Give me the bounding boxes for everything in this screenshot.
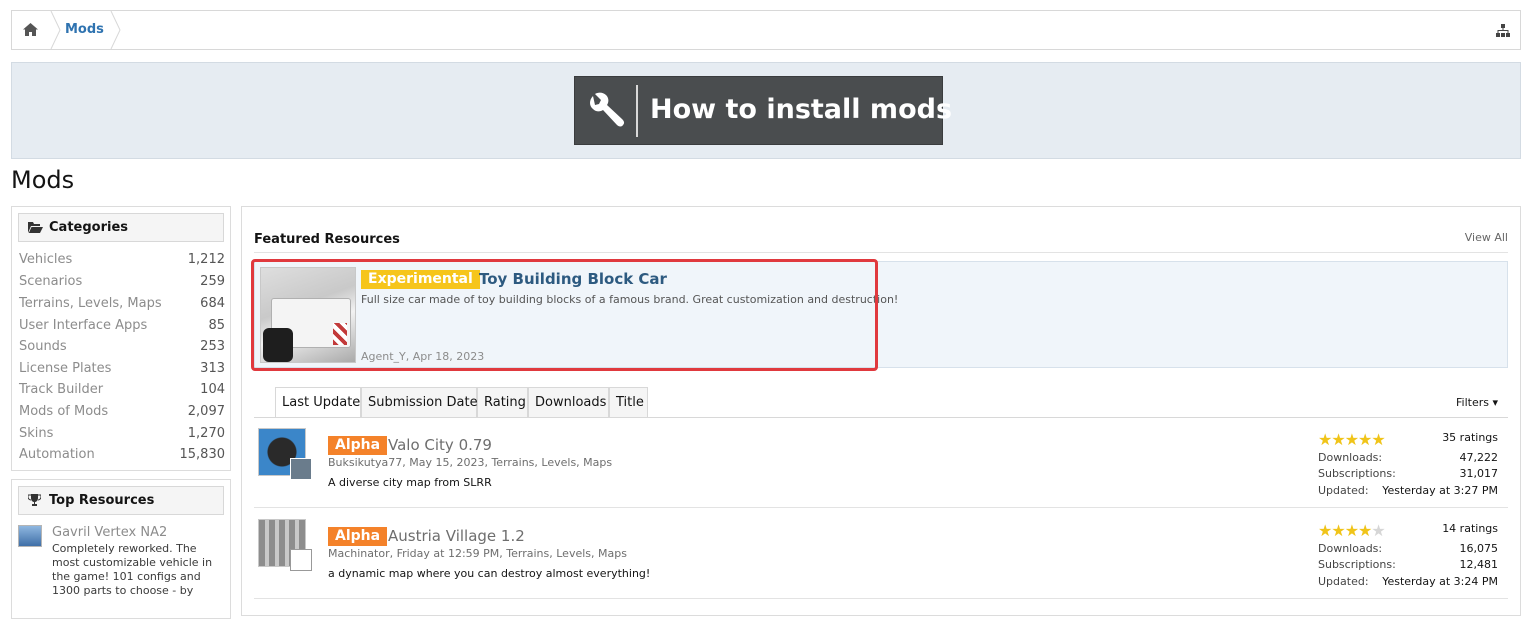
category-name[interactable]: Terrains, Levels, Maps — [19, 296, 162, 311]
category-count: 85 — [208, 318, 225, 333]
how-to-install-label: How to install mods — [650, 94, 953, 125]
tab-submission-date[interactable]: Submission Date — [361, 387, 478, 417]
breadcrumb-separator — [110, 11, 121, 49]
category-item[interactable]: Sounds 253 — [19, 339, 225, 360]
resource-row: Alpha Valo City 0.79 Buksikutya77, May 1… — [254, 418, 1508, 508]
top-resources-title: Top Resources — [49, 493, 155, 508]
category-name[interactable]: Sounds — [19, 339, 67, 354]
downloads-label: Downloads: — [1318, 451, 1383, 464]
category-name[interactable]: Scenarios — [19, 274, 82, 289]
tab-title[interactable]: Title — [609, 387, 648, 417]
category-item[interactable]: Skins 1,270 — [19, 426, 225, 447]
filters-dropdown[interactable]: Filters ▾ — [1456, 396, 1498, 409]
category-count: 104 — [200, 382, 225, 397]
how-to-install-button[interactable]: How to install mods — [574, 76, 952, 145]
sitemap-icon[interactable] — [1496, 24, 1510, 37]
alpha-badge: Alpha — [328, 527, 388, 546]
category-item[interactable]: License Plates 313 — [19, 361, 225, 382]
trophy-icon — [28, 494, 41, 506]
category-name[interactable]: License Plates — [19, 361, 111, 376]
category-item[interactable]: Mods of Mods 2,097 — [19, 404, 225, 425]
resource-row: Alpha Austria Village 1.2 Machinator, Fr… — [254, 509, 1508, 599]
ratings-count: 35 ratings — [1442, 431, 1498, 444]
tab-last-update[interactable]: Last Update — [275, 387, 361, 417]
home-link[interactable] — [12, 11, 50, 49]
category-count: 313 — [200, 361, 225, 376]
top-resources-block: Top Resources Gavril Vertex NA2 Complete… — [11, 479, 231, 619]
categories-block: Categories Vehicles 1,212 Scenarios 259 Te… — [11, 206, 231, 471]
tab-downloads[interactable]: Downloads — [528, 387, 609, 417]
subscriptions-label: Subscriptions: — [1318, 467, 1396, 480]
resource-author-avatar[interactable] — [290, 458, 312, 480]
stars-filled: ★★★★ — [1318, 521, 1372, 540]
subscriptions-label: Subscriptions: — [1318, 558, 1396, 571]
category-name[interactable]: User Interface Apps — [19, 318, 147, 333]
wrench-icon — [590, 92, 625, 127]
resource-title[interactable]: Austria Village 1.2 — [388, 527, 525, 545]
resource-author-avatar[interactable] — [290, 549, 312, 571]
category-name[interactable]: Mods of Mods — [19, 404, 108, 419]
subscriptions-value: 31,017 — [1459, 467, 1499, 480]
category-count: 15,830 — [179, 447, 226, 462]
featured-highlight-box — [251, 259, 878, 371]
top-resource-thumbnail[interactable] — [18, 525, 42, 547]
category-item[interactable]: Terrains, Levels, Maps 684 — [19, 296, 225, 317]
breadcrumb-mods-link[interactable]: Mods — [65, 22, 104, 37]
category-name[interactable]: Track Builder — [19, 382, 103, 397]
home-icon — [23, 23, 38, 36]
category-count: 2,097 — [187, 404, 225, 419]
folder-open-icon — [28, 222, 43, 233]
updated-value: Yesterday at 3:27 PM — [1382, 484, 1498, 497]
category-count: 253 — [200, 339, 225, 354]
category-item[interactable]: Track Builder 104 — [19, 382, 225, 403]
category-count: 259 — [200, 274, 225, 289]
downloads-label: Downloads: — [1318, 542, 1383, 555]
category-item[interactable]: Automation 15,830 — [19, 447, 225, 468]
subscriptions-value: 12,481 — [1459, 558, 1499, 571]
category-item[interactable]: Scenarios 259 — [19, 274, 225, 295]
downloads-value: 16,075 — [1459, 542, 1499, 555]
resource-meta[interactable]: Machinator, Friday at 12:59 PM, Terrains… — [328, 547, 627, 560]
category-item[interactable]: User Interface Apps 85 — [19, 318, 225, 339]
divider — [254, 252, 1508, 253]
top-resources-header: Top Resources — [18, 486, 224, 515]
page-title: Mods — [11, 166, 75, 194]
top-resource-title[interactable]: Gavril Vertex NA2 — [52, 525, 167, 540]
top-resource-description: Completely reworked. The most customizab… — [52, 542, 213, 597]
install-banner: How to install mods — [11, 62, 1521, 159]
main-content: Featured Resources View All Experimental… — [241, 206, 1521, 616]
downloads-value: 47,222 — [1459, 451, 1499, 464]
featured-resources-title: Featured Resources — [254, 232, 400, 247]
resource-description: a dynamic map where you can destroy almo… — [328, 567, 651, 580]
categories-header: Categories — [18, 213, 224, 242]
rating-stars: ★★★★★ — [1318, 430, 1386, 449]
category-count: 1,270 — [187, 426, 225, 441]
category-name[interactable]: Skins — [19, 426, 53, 441]
rating-stars: ★★★★★ — [1318, 521, 1386, 540]
view-all-link[interactable]: View All — [1465, 231, 1508, 244]
resource-meta[interactable]: Buksikutya77, May 15, 2023, Terrains, Le… — [328, 456, 612, 469]
alpha-badge: Alpha — [328, 436, 388, 455]
ratings-count: 14 ratings — [1442, 522, 1498, 535]
updated-label: Updated: — [1318, 484, 1369, 497]
category-name[interactable]: Automation — [19, 447, 95, 462]
category-item[interactable]: Vehicles 1,212 — [19, 252, 225, 273]
updated-value: Yesterday at 3:24 PM — [1382, 575, 1498, 588]
resource-title[interactable]: Valo City 0.79 — [388, 436, 492, 454]
categories-title: Categories — [49, 220, 129, 235]
updated-label: Updated: — [1318, 575, 1369, 588]
category-name[interactable]: Vehicles — [19, 252, 72, 267]
category-count: 684 — [200, 296, 225, 311]
category-count: 1,212 — [187, 252, 225, 267]
banner-divider — [636, 85, 638, 137]
stars-empty: ★ — [1371, 521, 1385, 540]
tab-rating[interactable]: Rating — [477, 387, 528, 417]
breadcrumb-separator — [50, 11, 61, 49]
breadcrumb: Mods — [11, 10, 1521, 50]
resource-description: A diverse city map from SLRR — [328, 476, 492, 489]
